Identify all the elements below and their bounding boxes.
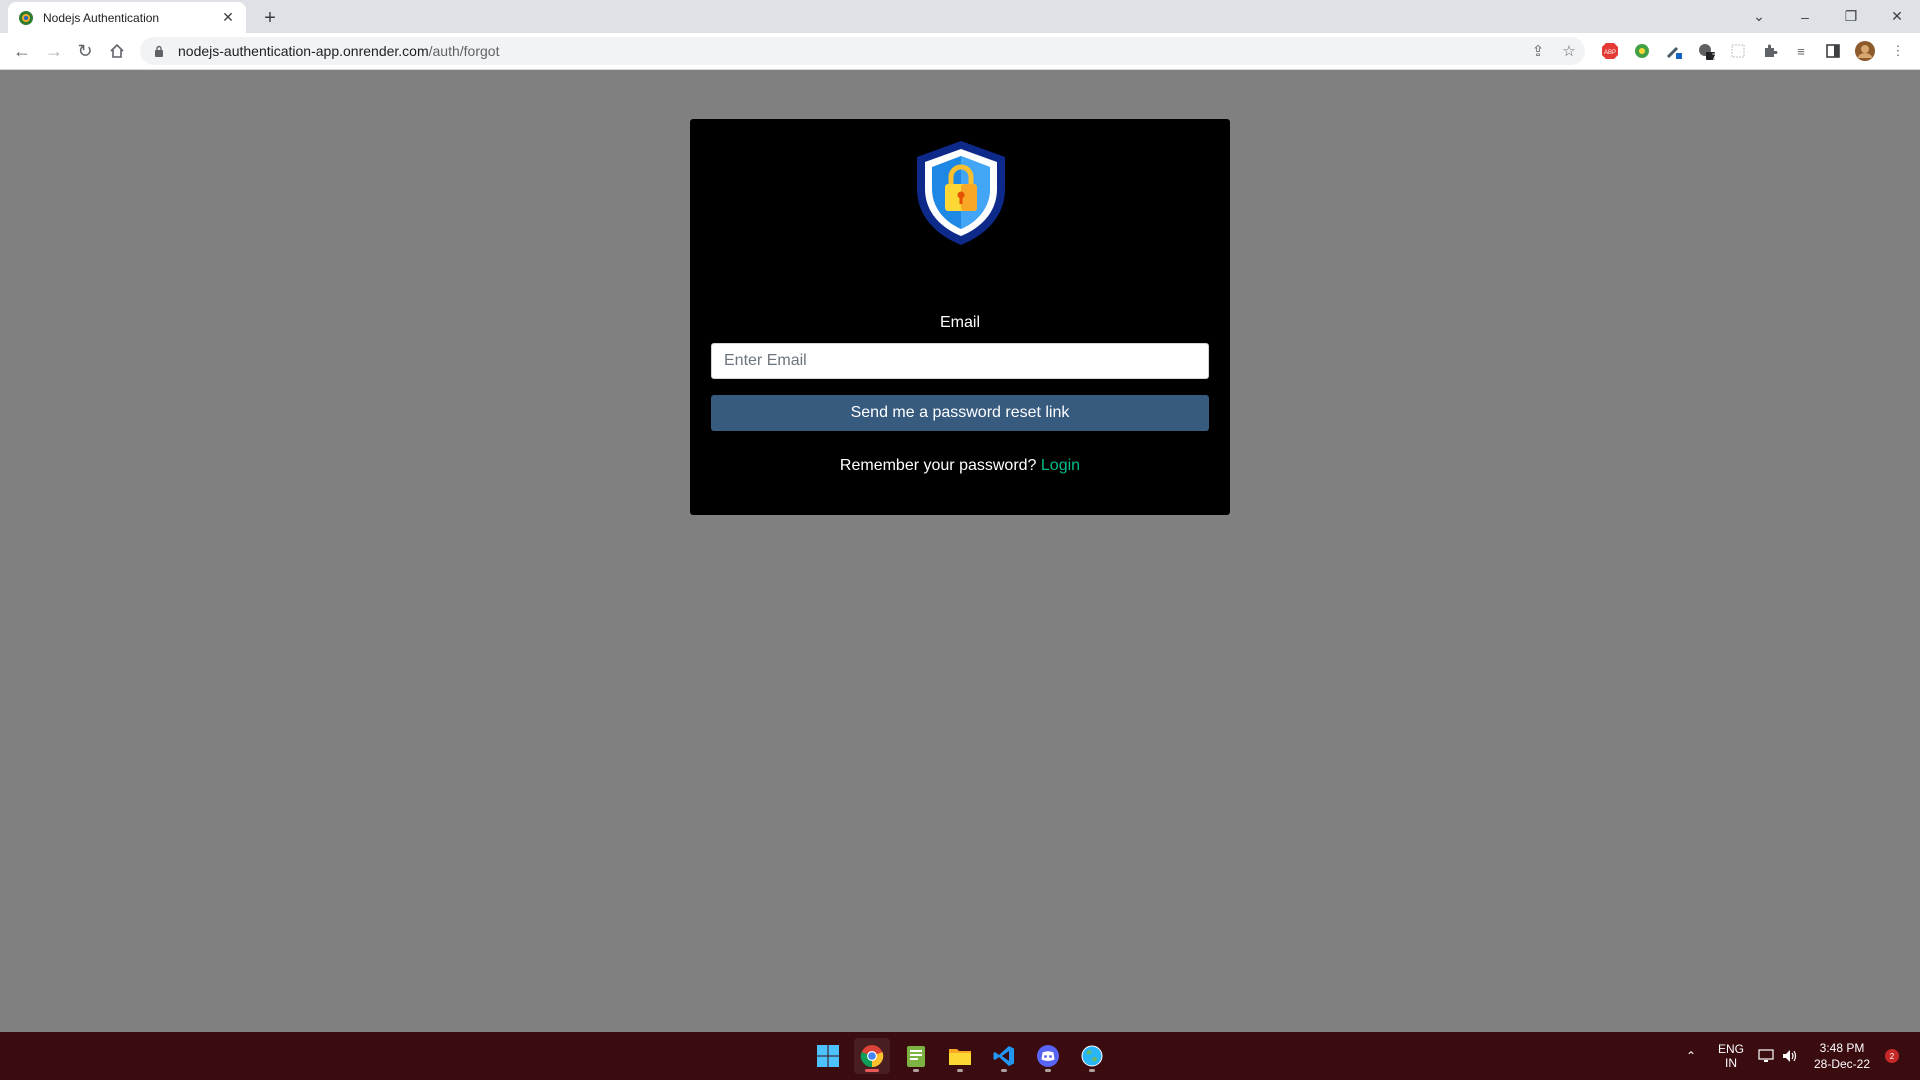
extension-leaf-icon[interactable] (1632, 41, 1652, 61)
close-window-button[interactable]: ✕ (1874, 0, 1920, 33)
browser-toolbar: ← → ↻ nodejs-authentication-app.onrender… (0, 33, 1920, 70)
notification-icon[interactable]: 2 (1884, 1032, 1900, 1080)
clock[interactable]: 3:48 PM 28-Dec-22 (1810, 1032, 1874, 1080)
forward-button[interactable]: → (40, 37, 68, 65)
login-link[interactable]: Login (1041, 457, 1080, 474)
email-label: Email (939, 314, 980, 331)
menu-kebab-icon[interactable]: ⋮ (1888, 41, 1908, 61)
tab-favicon-icon (18, 10, 34, 26)
tab-title: Nodejs Authentication (43, 10, 160, 25)
volume-icon[interactable] (1782, 1032, 1798, 1080)
address-bar[interactable]: nodejs-authentication-app.onrender.com/a… (140, 37, 1585, 65)
show-hidden-icons-chevron-icon[interactable]: ⌃ (1686, 1032, 1696, 1080)
globe-app-icon[interactable] (1074, 1038, 1110, 1074)
clock-time: 3:48 PM (1819, 1041, 1865, 1055)
chrome-icon[interactable] (854, 1038, 890, 1074)
home-icon (110, 43, 124, 58)
svg-text:2: 2 (1890, 1052, 1895, 1061)
share-icon[interactable]: ⇪ (1527, 40, 1549, 62)
vscode-icon[interactable] (986, 1038, 1022, 1074)
url-host: nodejs-authentication-app.onrender.com (178, 43, 429, 59)
extension-tool-icon[interactable] (1664, 41, 1684, 61)
language-code: ENG (1717, 1042, 1744, 1056)
notepad-icon[interactable] (898, 1038, 934, 1074)
minimize-button[interactable]: – (1782, 0, 1828, 33)
shield-lock-icon (917, 141, 1005, 245)
svg-text:ABP: ABP (1604, 50, 1616, 56)
home-button[interactable] (103, 37, 131, 65)
back-button[interactable]: ← (8, 37, 36, 65)
region-code: IN (1725, 1056, 1737, 1070)
extension-badge-count: 7 (1711, 52, 1717, 62)
extension-badge-icon[interactable]: 7 (1696, 41, 1717, 62)
tab-close-icon[interactable]: ✕ (220, 9, 236, 26)
tab-strip: Nodejs Authentication ✕ + ⌄ – ❐ ✕ (0, 0, 1920, 33)
browser-tab[interactable]: Nodejs Authentication ✕ (8, 2, 246, 33)
file-explorer-icon[interactable] (942, 1038, 978, 1074)
extension-box-icon[interactable] (1728, 41, 1748, 61)
reading-list-icon[interactable]: ≡ (1791, 41, 1811, 61)
tab-search-icon[interactable]: ⌄ (1736, 0, 1782, 33)
bookmark-star-icon[interactable]: ☆ (1558, 40, 1580, 62)
send-reset-link-button[interactable]: Send me a password reset link (711, 395, 1209, 431)
windows-taskbar: ⌃ ENG IN 3:48 PM 28-Dec-22 2 (0, 1032, 1920, 1080)
puzzle-icon[interactable] (1760, 41, 1780, 61)
url-path: /auth/forgot (428, 43, 500, 59)
remember-password-text: Remember your password? Login (690, 457, 1230, 475)
language-indicator[interactable]: ENG IN (1716, 1032, 1746, 1080)
lock-icon[interactable] (152, 44, 166, 58)
discord-icon[interactable] (1030, 1038, 1066, 1074)
windows-start-icon[interactable] (810, 1038, 846, 1074)
restore-button[interactable]: ❐ (1828, 0, 1874, 33)
network-icon[interactable] (1758, 1032, 1774, 1080)
forgot-password-card: Email Send me a password reset link Reme… (690, 119, 1230, 515)
abp-icon[interactable]: ABP (1600, 41, 1620, 61)
clock-date: 28-Dec-22 (1813, 1057, 1871, 1071)
email-input[interactable] (711, 343, 1209, 379)
remember-password-prompt: Remember your password? (839, 457, 1037, 474)
new-tab-button[interactable]: + (256, 4, 284, 32)
side-panel-icon[interactable] (1823, 41, 1843, 61)
avatar[interactable] (1855, 41, 1875, 61)
reload-button[interactable]: ↻ (71, 37, 99, 65)
